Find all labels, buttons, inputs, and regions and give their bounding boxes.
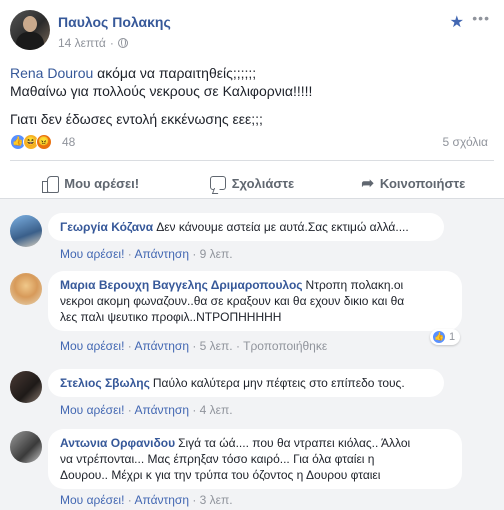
post-text-line2: Μαθαίνω για πολλούς νεκρους σε Καλιφορνι… (10, 83, 313, 99)
comment-author[interactable]: Αντωνια Ορφανιδου (60, 436, 175, 450)
comment-meta: Μου αρέσει! · Απάντηση · 9 λεπ. (60, 247, 233, 261)
comment-text-line2: νεκροι ακομη φωναζουν..θα σε κραξουν και… (60, 294, 405, 308)
comment-like-link[interactable]: Μου αρέσει! (60, 493, 124, 507)
comment-bubble: Γεωργία Κόζανα Δεν κάνουμε αστεία με αυτά… (48, 213, 444, 241)
thumbs-up-icon (42, 175, 60, 193)
comment: Αντωνια Ορφανιδου Σιγά τα ώά.... που θα ν… (10, 429, 494, 510)
comment-reply-link[interactable]: Απάντηση (134, 493, 189, 507)
comment-time[interactable]: 4 λεπ. (200, 403, 233, 417)
share-button[interactable]: ➦ Κοινοποιήστε (333, 168, 494, 198)
comment-bubble: Αντωνια Ορφανιδου Σιγά τα ώά.... που θα ν… (48, 429, 462, 489)
comment-text-line1: Ντροπη πολακη.οι (305, 278, 404, 292)
reactions-summary: 👍 😆 😠 48 5 σχόλια (10, 134, 494, 152)
comment-bubble: Στελιος Σβωλης Παύλο καλύτερα μην πέφτεις… (48, 369, 444, 397)
author-avatar[interactable] (10, 10, 50, 50)
comment-reply-link[interactable]: Απάντηση (134, 403, 189, 417)
avatar[interactable] (10, 371, 42, 403)
post-body: Rena Dourou ακόμα να παραιτηθείς;;;;;; Μ… (10, 64, 494, 128)
post-header: Παυλος Πολακης 14 λεπτά · ★ ••• (10, 10, 494, 54)
comment-bubble: Μαρια Βερουχη Βαγγελης Δριμαροπουλος Ντρο… (48, 271, 462, 331)
mention-link[interactable]: Rena Dourou (10, 65, 93, 81)
comment-time[interactable]: 3 λεπ. (200, 493, 233, 507)
comment-author[interactable]: Στελιος Σβωλης (60, 376, 150, 390)
star-icon[interactable]: ★ (450, 12, 464, 32)
author-name[interactable]: Παυλος Πολακης (58, 14, 171, 30)
like-button[interactable]: Μου αρέσει! (10, 168, 171, 198)
comment-like-link[interactable]: Μου αρέσει! (60, 339, 124, 353)
like-reaction-icon: 👍 (432, 330, 446, 344)
comment-text: Δεν κάνουμε αστεία με αυτά.Σας εκτιμώ αλ… (156, 220, 409, 234)
avatar[interactable] (10, 273, 42, 305)
comment-author[interactable]: Μαρια Βερουχη Βαγγελης Δριμαροπουλος (60, 278, 303, 292)
post-text-line3: Γιατι δεν έδωσες εντολή εκκένωσης εεε;;; (10, 111, 263, 127)
comment-time[interactable]: 9 λεπ. (200, 247, 233, 261)
comment-meta: Μου αρέσει! · Απάντηση · 5 λεπ. · Τροποπ… (60, 339, 328, 353)
comment-author[interactable]: Γεωργία Κόζανα (60, 220, 153, 234)
post-meta: 14 λεπτά · (58, 36, 128, 50)
comment-text-line1: Σιγά τα ώά.... που θα ντραπει κιόλας.. Ά… (178, 436, 411, 450)
divider (10, 160, 494, 161)
avatar[interactable] (10, 215, 42, 247)
post-time[interactable]: 14 λεπτά (58, 36, 106, 50)
comment-time[interactable]: 5 λεπ. (200, 339, 233, 353)
comment-section: Γεωργία Κόζανα Δεν κάνουμε αστεία με αυτά… (0, 198, 504, 510)
comment-like-link[interactable]: Μου αρέσει! (60, 247, 124, 261)
comment-reply-link[interactable]: Απάντηση (134, 247, 189, 261)
comment: Γεωργία Κόζανα Δεν κάνουμε αστεία με αυτά… (10, 213, 494, 265)
reaction-count[interactable]: 48 (62, 135, 75, 149)
comment-meta: Μου αρέσει! · Απάντηση · 3 λεπ. (60, 493, 233, 507)
comment-text-line2: να ντρέπονται... Μας έπρηξαν τόσο καιρό.… (60, 452, 375, 466)
post-actions: Μου αρέσει! Σχολιάστε ➦ Κοινοποιήστε (10, 168, 494, 198)
post-text-line1: ακόμα να παραιτηθείς;;;;;; (93, 65, 257, 81)
avatar[interactable] (10, 431, 42, 463)
comment-meta: Μου αρέσει! · Απάντηση · 4 λεπ. (60, 403, 233, 417)
more-options-icon[interactable]: ••• (472, 10, 490, 26)
comment-text: Παύλο καλύτερα μην πέφτεις στο επίπεδο τ… (152, 376, 405, 390)
reaction-icons[interactable]: 👍 😆 😠 (10, 134, 52, 150)
angry-reaction-icon: 😠 (36, 134, 52, 150)
share-icon: ➦ (361, 175, 374, 192)
comment-icon (209, 176, 226, 190)
comment-text-line3: Δουρου.. Μέχρι κ για την τρύπα του όζοντ… (60, 468, 381, 482)
globe-icon (117, 38, 128, 48)
comment: Μαρια Βερουχη Βαγγελης Δριμαροπουλος Ντρο… (10, 271, 494, 361)
comment-reaction-count: 1 (449, 331, 456, 343)
comment-reply-link[interactable]: Απάντηση (134, 339, 189, 353)
comment-like-link[interactable]: Μου αρέσει! (60, 403, 124, 417)
comment-count[interactable]: 5 σχόλια (443, 135, 488, 149)
comment-text-line3: λες παλι ψευτικο προφιλ..ΝΤΡΟΠΗΗΗΗΗ (60, 310, 282, 324)
comment-button[interactable]: Σχολιάστε (171, 168, 332, 198)
comment: Στελιος Σβωλης Παύλο καλύτερα μην πέφτεις… (10, 369, 494, 421)
comment-reaction-badge[interactable]: 👍 1 (430, 329, 461, 345)
edited-label[interactable]: Τροποποιήθηκε (243, 339, 327, 353)
